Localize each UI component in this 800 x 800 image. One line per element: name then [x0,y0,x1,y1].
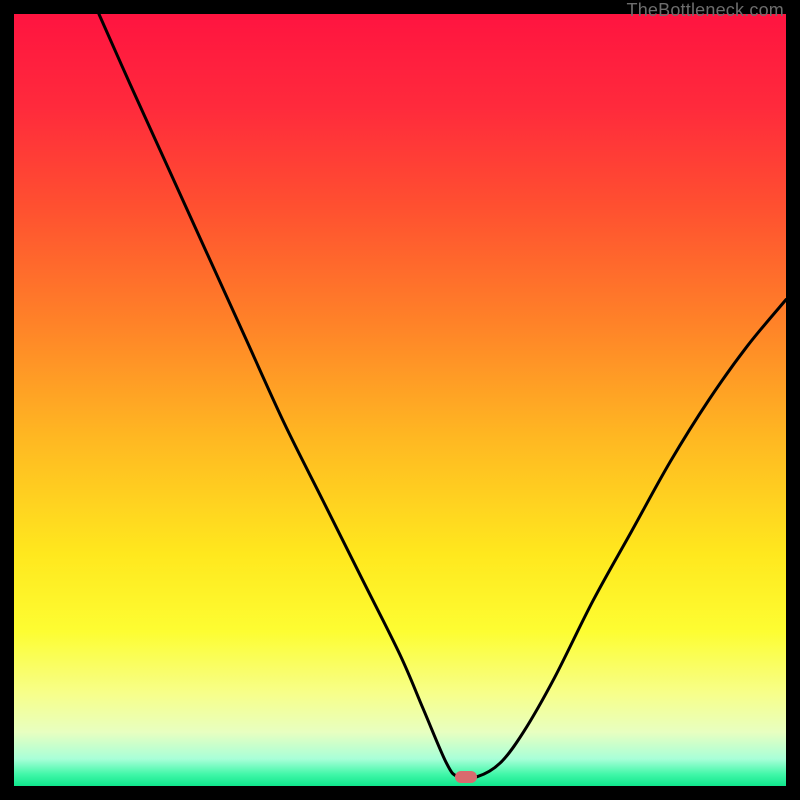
bottleneck-chart: TheBottleneck.com [0,0,800,800]
watermark-text: TheBottleneck.com [627,0,784,21]
optimal-marker [455,771,477,783]
plot-area [14,14,786,786]
gradient-background [14,14,786,786]
